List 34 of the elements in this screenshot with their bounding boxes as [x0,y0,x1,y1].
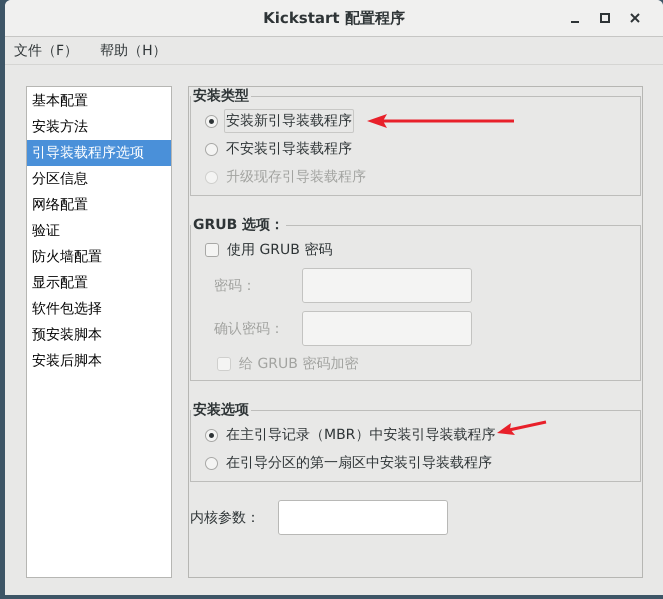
radio-button[interactable] [205,456,218,470]
close-icon[interactable] [629,12,641,24]
sidebar-item[interactable]: 软件包选择 [27,296,171,322]
window-title: Kickstart 配置程序 [262,8,406,28]
sidebar-item[interactable]: 安装后脚本 [27,348,171,374]
sidebar-item[interactable]: 安装方法 [27,114,171,140]
input-field[interactable] [278,500,448,535]
radio-label[interactable]: 在主引导记录（MBR）中安装引导装载程序 [224,423,498,447]
sidebar-item[interactable]: 验证 [27,218,171,244]
radio-label[interactable]: 安装新引导装载程序 [224,109,354,133]
sidebar-item[interactable]: 基本配置 [27,88,171,114]
menu-item[interactable]: 帮助（H） [100,42,167,60]
radio-button[interactable] [205,142,218,156]
field-label: 内核参数： [190,508,261,526]
radio-label[interactable]: 不安装引导装载程序 [224,137,354,161]
menu-item[interactable]: 文件（F） [14,42,78,60]
group-title: 安装选项 [192,401,250,419]
maximize-icon[interactable] [599,12,611,24]
sidebar-item[interactable]: 网络配置 [27,192,171,218]
checkbox[interactable] [205,243,219,257]
checkbox-label[interactable]: 使用 GRUB 密码 [225,238,334,262]
radio-button[interactable] [205,114,218,128]
sidebar-item[interactable]: 防火墙配置 [27,244,171,270]
field-label: 确认密码： [214,320,285,338]
sidebar-item[interactable]: 显示配置 [27,270,171,296]
field-label: 密码： [214,276,257,294]
sidebar-item[interactable]: 分区信息 [27,166,171,192]
group-title: 安装类型 [192,87,250,105]
sidebar-item[interactable]: 预安装脚本 [27,322,171,348]
checkbox-label: 给 GRUB 密码加密 [238,355,360,374]
radio-label[interactable]: 在引导分区的第一扇区中安装引导装载程序 [224,451,494,475]
group-title: GRUB 选项： [192,216,286,234]
radio-label: 升级现存引导装载程序 [225,168,367,187]
radio-button[interactable] [205,428,218,442]
